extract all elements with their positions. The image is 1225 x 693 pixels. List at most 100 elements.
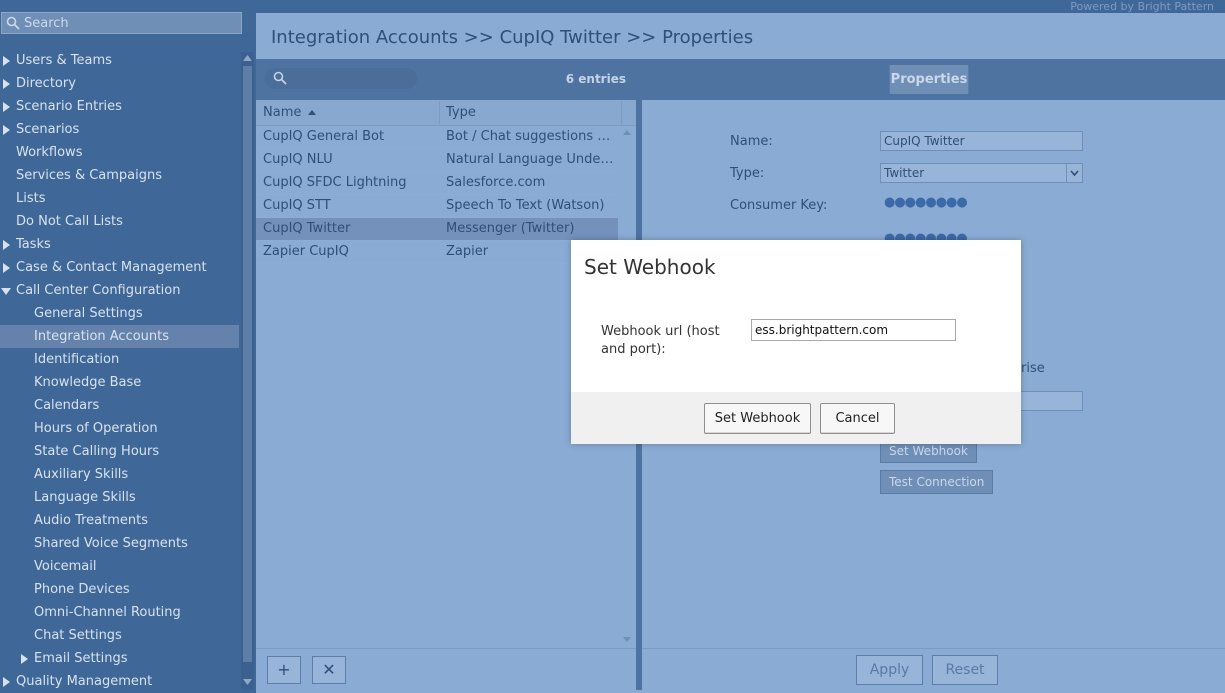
nav-label: Integration Accounts (34, 329, 170, 344)
column-divider[interactable] (439, 101, 440, 124)
nav-workflows[interactable]: Workflows (0, 141, 239, 164)
type-label: Type: (730, 166, 765, 181)
expand-arrow-icon[interactable] (3, 102, 10, 112)
scroll-down-icon[interactable] (623, 637, 631, 642)
nav-scenarios[interactable]: Scenarios (0, 118, 239, 141)
column-header-label: Name (263, 105, 302, 120)
expand-arrow-icon[interactable] (3, 240, 10, 250)
type-select[interactable]: Twitter (880, 163, 1083, 183)
nav-shared-voice-segments[interactable]: Shared Voice Segments (0, 532, 239, 555)
nav-lists[interactable]: Lists (0, 187, 239, 210)
table-row[interactable]: CupIQ STT Speech To Text (Watson) (256, 195, 618, 218)
nav-calendars[interactable]: Calendars (0, 394, 239, 417)
nav-label: Chat Settings (34, 628, 122, 643)
nav-tasks[interactable]: Tasks (0, 233, 239, 256)
nav-users-teams[interactable]: Users & Teams (0, 49, 239, 72)
reset-button[interactable]: Reset (932, 655, 998, 685)
nav-state-calling-hours[interactable]: State Calling Hours (0, 440, 239, 463)
dialog-footer: Set Webhook Cancel (571, 392, 1021, 444)
sidebar-search[interactable] (1, 12, 242, 34)
expand-arrow-icon[interactable] (21, 654, 28, 664)
list-header: Name Type (256, 100, 636, 126)
sidebar-scrollbar[interactable] (241, 52, 254, 690)
expand-arrow-icon[interactable] (3, 677, 10, 687)
type-select-value: Twitter (884, 166, 925, 180)
nav-label: Services & Campaigns (16, 168, 163, 183)
nav-phone-devices[interactable]: Phone Devices (0, 578, 239, 601)
nav-label: Shared Voice Segments (34, 536, 188, 551)
expand-arrow-icon[interactable] (3, 125, 10, 135)
nav-knowledge-base[interactable]: Knowledge Base (0, 371, 239, 394)
nav-general-settings[interactable]: General Settings (0, 302, 239, 325)
consumer-key-label: Consumer Key: (730, 198, 828, 213)
nav-label: Lists (16, 191, 46, 206)
powered-by: Powered by Bright Pattern (1070, 0, 1214, 13)
chevron-down-icon[interactable] (1066, 164, 1082, 182)
cell-name: CupIQ General Bot (263, 129, 385, 144)
set-webhook-dialog: Set Webhook Webhook url (host and port):… (571, 240, 1021, 444)
expand-arrow-icon[interactable] (3, 263, 10, 273)
nav-call-center-configuration[interactable]: Call Center Configuration (0, 279, 239, 302)
nav-quality-management[interactable]: Quality Management (0, 670, 239, 693)
nav-chat-settings[interactable]: Chat Settings (0, 624, 239, 647)
scrollbar-thumb[interactable] (243, 66, 252, 662)
list-toolbar: 6 entries (256, 59, 636, 100)
expand-arrow-icon[interactable] (3, 79, 10, 89)
sidebar: Users & Teams Directory Scenario Entries… (0, 0, 256, 693)
delete-button[interactable]: ✕ (312, 656, 346, 684)
nav-language-skills[interactable]: Language Skills (0, 486, 239, 509)
nav-label: Calendars (34, 398, 100, 413)
nav-services-campaigns[interactable]: Services & Campaigns (0, 164, 239, 187)
expand-arrow-icon[interactable] (3, 56, 10, 66)
nav-label: Quality Management (16, 674, 153, 689)
webhook-url-input[interactable] (751, 319, 956, 341)
nav-label: Users & Teams (16, 53, 112, 68)
cell-type: Speech To Text (Watson) (446, 198, 605, 213)
tab-properties[interactable]: Properties (889, 65, 969, 94)
nav-label: Call Center Configuration (16, 283, 181, 298)
nav-identification[interactable]: Identification (0, 348, 239, 371)
column-header-type[interactable]: Type (446, 100, 476, 125)
nav-voicemail[interactable]: Voicemail (0, 555, 239, 578)
collapse-arrow-icon[interactable] (1, 288, 11, 295)
cell-type: Bot / Chat suggestions en... (446, 129, 616, 144)
nav-scenario-entries[interactable]: Scenario Entries (0, 95, 239, 118)
properties-footer: Apply Reset (642, 648, 1225, 691)
partial-label: rise (1021, 361, 1045, 376)
nav-label: General Settings (34, 306, 143, 321)
table-row-selected[interactable]: CupIQ Twitter Messenger (Twitter) (256, 218, 618, 241)
nav-label: Directory (16, 76, 76, 91)
nav-label: Omni-Channel Routing (34, 605, 181, 620)
nav-label: Audio Treatments (34, 513, 149, 528)
column-divider[interactable] (621, 101, 622, 124)
test-connection-button[interactable]: Test Connection (880, 470, 994, 494)
table-row[interactable]: CupIQ General Bot Bot / Chat suggestions… (256, 126, 618, 149)
table-row[interactable]: CupIQ NLU Natural Language Unders... (256, 149, 618, 172)
nav-case-contact-management[interactable]: Case & Contact Management (0, 256, 239, 279)
table-row[interactable]: CupIQ SFDC Lightning Salesforce.com (256, 172, 618, 195)
nav-label: Workflows (16, 145, 83, 160)
scroll-up-icon[interactable] (243, 55, 252, 61)
table-row[interactable]: Zapier CupIQ Zapier (256, 241, 618, 264)
nav-hours-of-operation[interactable]: Hours of Operation (0, 417, 239, 440)
list-search-input[interactable] (265, 68, 417, 89)
nav-omni-channel-routing[interactable]: Omni-Channel Routing (0, 601, 239, 624)
column-header-name[interactable]: Name (263, 100, 316, 125)
cancel-button[interactable]: Cancel (820, 403, 895, 434)
scroll-down-icon[interactable] (243, 679, 252, 685)
add-button[interactable]: + (267, 656, 301, 684)
apply-button[interactable]: Apply (856, 655, 923, 685)
set-webhook-confirm-button[interactable]: Set Webhook (704, 403, 811, 434)
name-field[interactable]: CupIQ Twitter (880, 131, 1083, 151)
nav-directory[interactable]: Directory (0, 72, 239, 95)
search-input[interactable] (24, 15, 234, 31)
nav-do-not-call-lists[interactable]: Do Not Call Lists (0, 210, 239, 233)
properties-toolbar: Properties (642, 59, 1225, 100)
nav-auxiliary-skills[interactable]: Auxiliary Skills (0, 463, 239, 486)
nav-label: Auxiliary Skills (34, 467, 129, 482)
scroll-up-icon[interactable] (623, 130, 631, 135)
nav-email-settings[interactable]: Email Settings (0, 647, 239, 670)
nav-audio-treatments[interactable]: Audio Treatments (0, 509, 239, 532)
cell-type: Natural Language Unders... (446, 152, 616, 167)
nav-integration-accounts[interactable]: Integration Accounts (0, 325, 239, 348)
